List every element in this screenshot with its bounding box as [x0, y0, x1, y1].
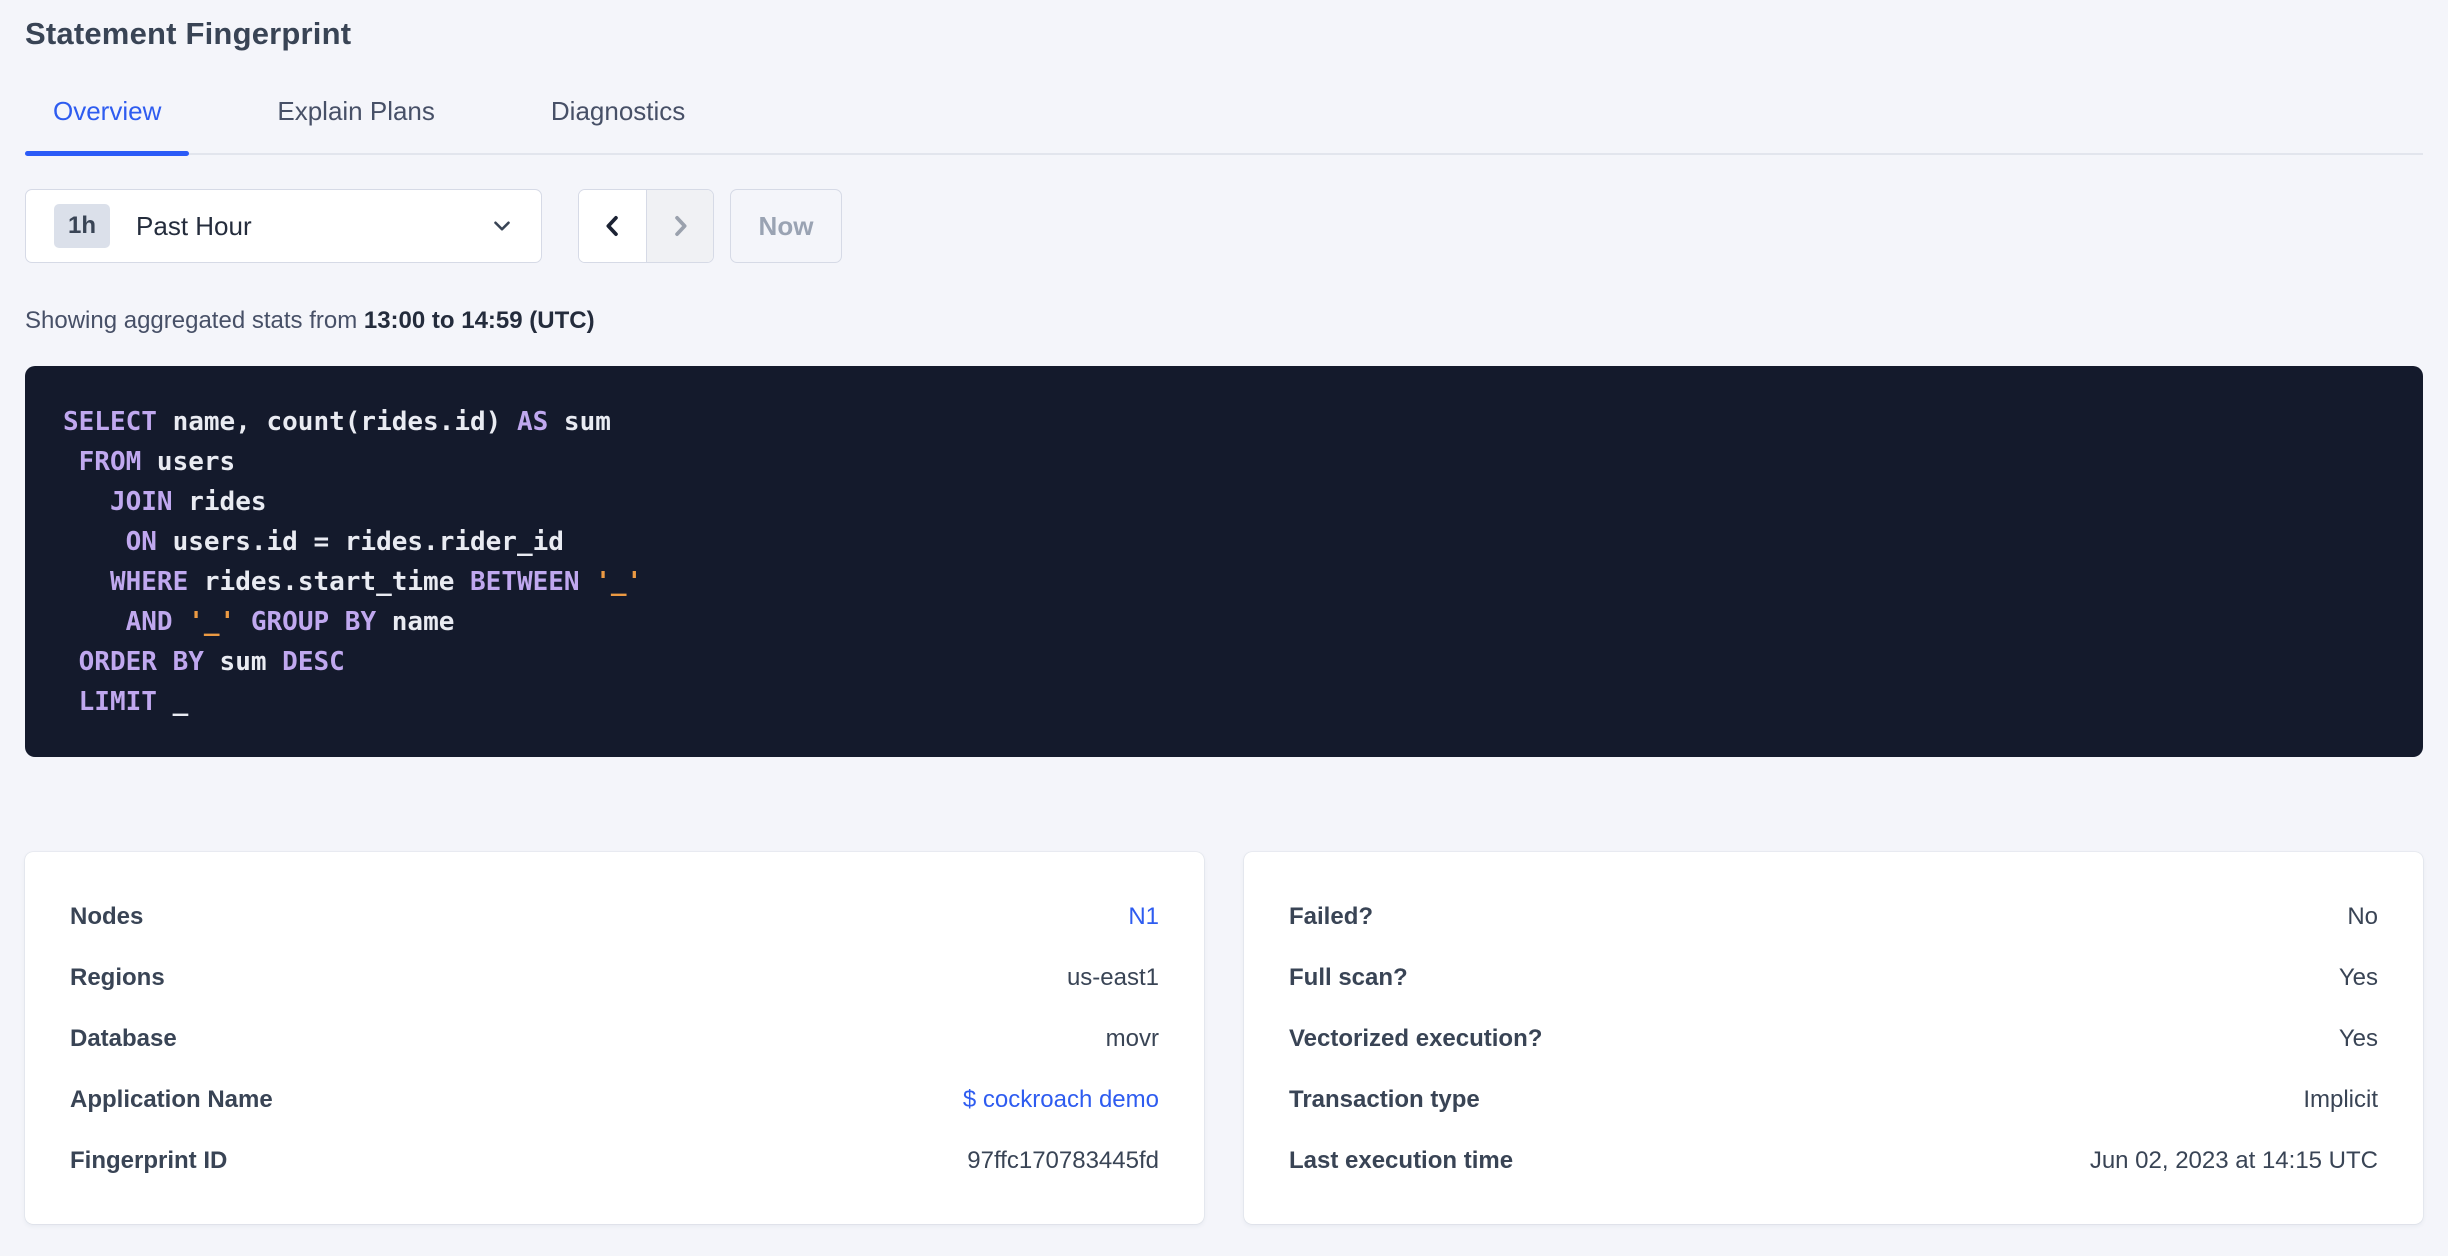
now-button[interactable]: Now	[730, 189, 842, 263]
table-row: Application Name $ cockroach demo	[70, 1069, 1159, 1130]
row-value: Implicit	[2303, 1085, 2378, 1113]
page-title: Statement Fingerprint	[25, 16, 352, 51]
row-label: Application Name	[70, 1085, 273, 1113]
table-row: Full scan? Yes	[1289, 947, 2378, 1008]
chevron-left-icon	[605, 215, 618, 237]
info-card: Nodes N1 Regions us-east1 Database movr Applic…	[25, 852, 1204, 1224]
statement-fingerprint-page: Statement Fingerprint Overview Explain Pl…	[0, 0, 2448, 1224]
tab-bar: Overview Explain Plans Diagnostics	[25, 96, 2423, 156]
table-row: Last execution time Jun 02, 2023 at 14:15…	[1289, 1130, 2378, 1191]
sql-line: ORDER BY sum DESC	[78, 647, 345, 677]
sql-statement-box: SELECT name, count(rides.id) AS sum FROM…	[25, 366, 2423, 757]
row-label: Database	[70, 1024, 177, 1052]
aggregated-stats-summary: Showing aggregated stats from 13:00 to 1…	[25, 307, 2423, 335]
row-value-link[interactable]: N1	[1128, 903, 1159, 931]
table-row: Fingerprint ID 97ffc170783445fd	[70, 1130, 1159, 1191]
sql-line: ON users.id = rides.rider_id	[125, 527, 564, 557]
row-value: us-east1	[1066, 963, 1159, 991]
sql-line: FROM users	[78, 447, 236, 477]
time-pager	[578, 189, 714, 263]
sql-line: SELECT name, count(rides.id) AS sum	[63, 407, 611, 437]
row-label: Last execution time	[1289, 1146, 1514, 1174]
row-label: Nodes	[70, 902, 144, 930]
time-range-dropdown[interactable]: 1h Past Hour	[25, 189, 542, 263]
row-value: No	[2347, 902, 2378, 930]
time-range-selected-value: Past Hour	[136, 210, 252, 241]
row-value-link[interactable]: $ cockroach demo	[963, 1086, 1159, 1114]
row-value: Jun 02, 2023 at 14:15 UTC	[2089, 1146, 2378, 1174]
row-value: movr	[1105, 1024, 1159, 1052]
row-value: Yes	[2338, 963, 2378, 991]
table-row: Transaction type Implicit	[1289, 1069, 2378, 1130]
table-row: Vectorized execution? Yes	[1289, 1008, 2378, 1069]
time-controls: 1h Past Hour Now	[25, 189, 2423, 263]
sql-line: WHERE rides.start_time BETWEEN '_'	[109, 567, 643, 597]
time-range-badge: 1h	[54, 204, 111, 248]
row-label: Fingerprint ID	[70, 1146, 228, 1174]
row-value: Yes	[2338, 1024, 2378, 1052]
prev-time-button[interactable]	[579, 190, 646, 262]
table-row: Failed? No	[1289, 886, 2378, 947]
next-time-button[interactable]	[646, 190, 713, 262]
info-cards: Nodes N1 Regions us-east1 Database movr Applic…	[25, 852, 2423, 1224]
row-label: Transaction type	[1289, 1085, 1480, 1113]
sql-line: JOIN rides	[109, 487, 267, 517]
info-card: Failed? No Full scan? Yes Vectorized executi…	[1244, 852, 2423, 1224]
sql-line: LIMIT _	[78, 687, 189, 717]
tab-overview[interactable]: Overview	[25, 96, 190, 156]
tab-explain-plans[interactable]: Explain Plans	[249, 96, 463, 153]
chevron-down-icon	[494, 221, 510, 231]
table-row: Regions us-east1	[70, 947, 1159, 1008]
chevron-right-icon	[675, 215, 687, 237]
summary-time-range: 13:00 to 14:59 (UTC)	[363, 307, 595, 334]
table-row: Database movr	[70, 1008, 1159, 1069]
row-label: Vectorized execution?	[1289, 1024, 1543, 1052]
row-label: Regions	[70, 963, 165, 991]
table-row: Nodes N1	[70, 886, 1159, 947]
sql-line: AND '_' GROUP BY name	[125, 607, 455, 637]
row-label: Full scan?	[1289, 963, 1408, 991]
row-value: 97ffc170783445fd	[967, 1146, 1159, 1174]
tab-diagnostics[interactable]: Diagnostics	[523, 96, 713, 153]
row-label: Failed?	[1289, 902, 1374, 930]
summary-prefix: Showing aggregated stats from	[25, 307, 364, 334]
